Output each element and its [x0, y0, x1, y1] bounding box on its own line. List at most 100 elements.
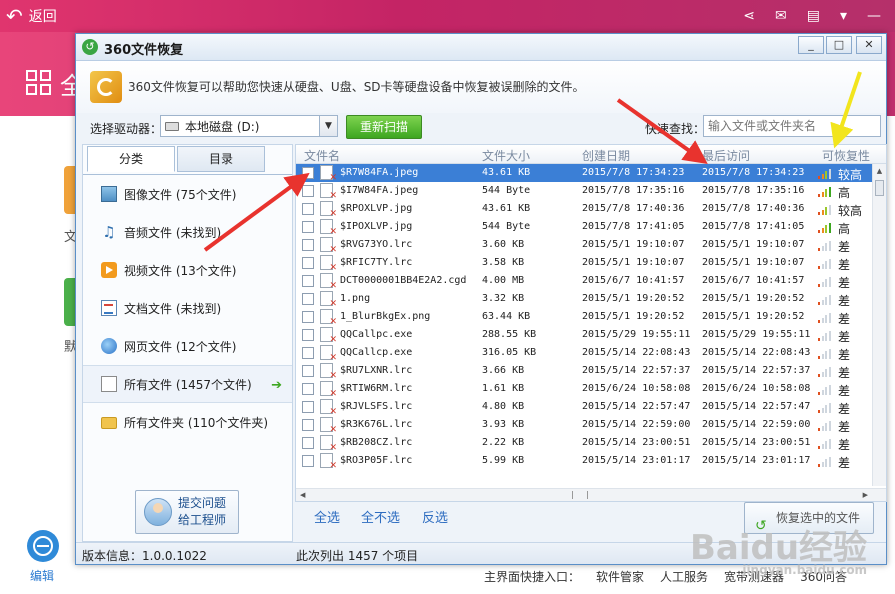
- mail-icon[interactable]: ✉: [775, 8, 787, 24]
- table-row[interactable]: $RPOXLVP.jpg 43.61 KB 2015/7/8 17:40:36 201…: [296, 200, 874, 219]
- quick-search-input[interactable]: [703, 115, 881, 137]
- file-accessed: 2015/5/1 19:10:07: [702, 257, 805, 268]
- table-row[interactable]: $I7W84FA.jpeg 544 Byte 2015/7/8 17:35:16 20…: [296, 182, 874, 201]
- watermark-text: Baidu经验: [690, 528, 868, 568]
- row-checkbox[interactable]: [302, 401, 314, 413]
- table-row[interactable]: $RB208CZ.lrc 2.22 KB 2015/5/14 23:00:51 201…: [296, 434, 874, 453]
- row-checkbox[interactable]: [302, 419, 314, 431]
- row-checkbox[interactable]: [302, 221, 314, 233]
- rescan-button[interactable]: 重新扫描: [346, 115, 422, 139]
- scroll-grip[interactable]: [572, 491, 588, 499]
- table-row[interactable]: 1.png 3.32 KB 2015/5/1 19:20:52 2015/5/1 19…: [296, 290, 874, 309]
- back-label: 返回: [28, 9, 57, 25]
- minimize-icon[interactable]: —: [867, 8, 881, 24]
- row-checkbox[interactable]: [302, 329, 314, 341]
- scroll-up-icon[interactable]: ▲: [873, 164, 886, 178]
- share-icon[interactable]: ⋖: [743, 8, 755, 24]
- row-checkbox[interactable]: [302, 293, 314, 305]
- maximize-button[interactable]: □: [826, 36, 852, 54]
- table-row[interactable]: $R7W84FA.jpeg 43.61 KB 2015/7/8 17:34:23 20…: [296, 164, 874, 183]
- row-checkbox[interactable]: [302, 185, 314, 197]
- table-row[interactable]: $RVG73YO.lrc 3.60 KB 2015/5/1 19:10:07 2015…: [296, 236, 874, 255]
- column-header-created[interactable]: 创建日期: [582, 147, 630, 164]
- signal-bars-icon: [818, 294, 832, 305]
- recoverability-value: 高: [838, 222, 851, 236]
- row-checkbox[interactable]: [302, 275, 314, 287]
- deleted-file-icon: [320, 255, 337, 273]
- row-checkbox[interactable]: [302, 167, 314, 179]
- dialog-titlebar[interactable]: ↺ 360文件恢复 _ □ ✕: [76, 34, 886, 61]
- submit-issue-button[interactable]: 提交问题 给工程师: [135, 490, 239, 534]
- table-row[interactable]: $RU7LXNR.lrc 3.66 KB 2015/5/14 22:57:37 201…: [296, 362, 874, 381]
- table-row[interactable]: 1_BlurBkgEx.png 63.44 KB 2015/5/1 19:20:52…: [296, 308, 874, 327]
- row-checkbox[interactable]: [302, 311, 314, 323]
- table-row[interactable]: $RFIC7TY.lrc 3.58 KB 2015/5/1 19:10:07 2015…: [296, 254, 874, 273]
- horizontal-scrollbar[interactable]: ◀ ▶: [296, 488, 886, 501]
- vertical-scrollbar[interactable]: ▲: [872, 164, 886, 486]
- table-row[interactable]: DCT0000001BB4E2A2.cgd 4.00 MB 2015/6/7 10:…: [296, 272, 874, 291]
- file-size: 43.61 KB: [482, 203, 531, 214]
- file-name: QQCallpc.exe: [340, 329, 413, 340]
- table-row[interactable]: QQCallpc.exe 288.55 KB 2015/5/29 19:55:11 2…: [296, 326, 874, 345]
- column-header-recoverability[interactable]: 可恢复性: [822, 147, 870, 164]
- column-header-accessed[interactable]: 最后访问: [702, 147, 750, 164]
- scroll-thumb[interactable]: [875, 180, 884, 196]
- tab-category[interactable]: 分类: [87, 146, 175, 172]
- select-none-link[interactable]: 全不选: [361, 507, 400, 526]
- scroll-left-icon[interactable]: ◀: [300, 489, 305, 501]
- row-checkbox[interactable]: [302, 257, 314, 269]
- column-header-name[interactable]: 文件名: [304, 147, 340, 164]
- select-all-link[interactable]: 全选: [314, 507, 340, 526]
- scroll-right-icon[interactable]: ▶: [863, 489, 868, 501]
- minimize-button[interactable]: _: [798, 36, 824, 54]
- table-row[interactable]: $IPOXLVP.jpg 544 Byte 2015/7/8 17:41:05 201…: [296, 218, 874, 237]
- file-name: $R7W84FA.jpeg: [340, 167, 419, 178]
- row-checkbox[interactable]: [302, 437, 314, 449]
- row-checkbox[interactable]: [302, 365, 314, 377]
- category-all-files[interactable]: 所有文件 (1457个文件) ➔: [83, 365, 292, 403]
- category-audio[interactable]: ♫ 音频文件 (未找到): [83, 213, 292, 251]
- column-header-size[interactable]: 文件大小: [482, 147, 530, 164]
- table-row[interactable]: $R3K676L.lrc 3.93 KB 2015/5/14 22:59:00 201…: [296, 416, 874, 435]
- row-checkbox[interactable]: [302, 383, 314, 395]
- category-video[interactable]: 视频文件 (13个文件): [83, 251, 292, 289]
- select-invert-link[interactable]: 反选: [422, 507, 448, 526]
- drive-select[interactable]: 本地磁盘 (D:) ▼: [160, 115, 338, 137]
- category-document[interactable]: 文档文件 (未找到): [83, 289, 292, 327]
- table-row[interactable]: QQCallcp.exe 316.05 KB 2015/5/14 22:08:43 2…: [296, 344, 874, 363]
- row-checkbox[interactable]: [302, 347, 314, 359]
- chevron-down-icon[interactable]: ▼: [319, 116, 337, 136]
- file-recovery-dialog: ↺ 360文件恢复 _ □ ✕ 360文件恢复可以帮助您快速从硬盘、U盘、SD卡…: [75, 33, 887, 565]
- menu-icon[interactable]: ▾: [840, 8, 847, 24]
- file-accessed: 2015/5/14 23:01:17: [702, 455, 811, 466]
- recoverability-value: 差: [838, 438, 851, 452]
- table-row[interactable]: $RO3P05F.lrc 5.99 KB 2015/5/14 23:01:17 201…: [296, 452, 874, 471]
- help-line-2: 给工程师: [178, 513, 227, 527]
- row-checkbox[interactable]: [302, 455, 314, 467]
- back-button[interactable]: ↶ 返回: [6, 0, 57, 32]
- category-panel: 分类 目录 图像文件 (75个文件) ♫ 音频文件 (未找到) 视频文件 (13…: [82, 144, 293, 542]
- recoverability-value: 差: [838, 456, 851, 470]
- close-button[interactable]: ✕: [856, 36, 882, 54]
- signal-bars-icon: [818, 204, 832, 215]
- category-image[interactable]: 图像文件 (75个文件): [83, 175, 292, 213]
- category-label: 网页文件 (12个文件): [124, 339, 237, 354]
- signal-bars-icon: [818, 438, 832, 449]
- deleted-file-icon: [320, 327, 337, 345]
- deleted-file-icon: [320, 219, 337, 237]
- edit-link[interactable]: 编辑: [30, 567, 54, 584]
- table-row[interactable]: $RJVLSFS.lrc 4.80 KB 2015/5/14 22:57:47 201…: [296, 398, 874, 417]
- row-checkbox[interactable]: [302, 239, 314, 251]
- deleted-file-icon: [320, 345, 337, 363]
- edit-minus-icon[interactable]: [27, 530, 59, 562]
- image-icon: [101, 186, 117, 202]
- software-manager-link[interactable]: 软件管家: [596, 568, 644, 585]
- message-icon[interactable]: ▤: [807, 8, 820, 24]
- row-checkbox[interactable]: [302, 203, 314, 215]
- category-web[interactable]: 网页文件 (12个文件): [83, 327, 292, 365]
- signal-bars-icon: [818, 384, 832, 395]
- table-row[interactable]: $RTIW6RM.lrc 1.61 KB 2015/6/24 10:58:08 201…: [296, 380, 874, 399]
- file-name: $RPOXLVP.jpg: [340, 203, 413, 214]
- category-all-folders[interactable]: 所有文件夹 (110个文件夹): [83, 403, 292, 441]
- tab-directory[interactable]: 目录: [177, 146, 265, 172]
